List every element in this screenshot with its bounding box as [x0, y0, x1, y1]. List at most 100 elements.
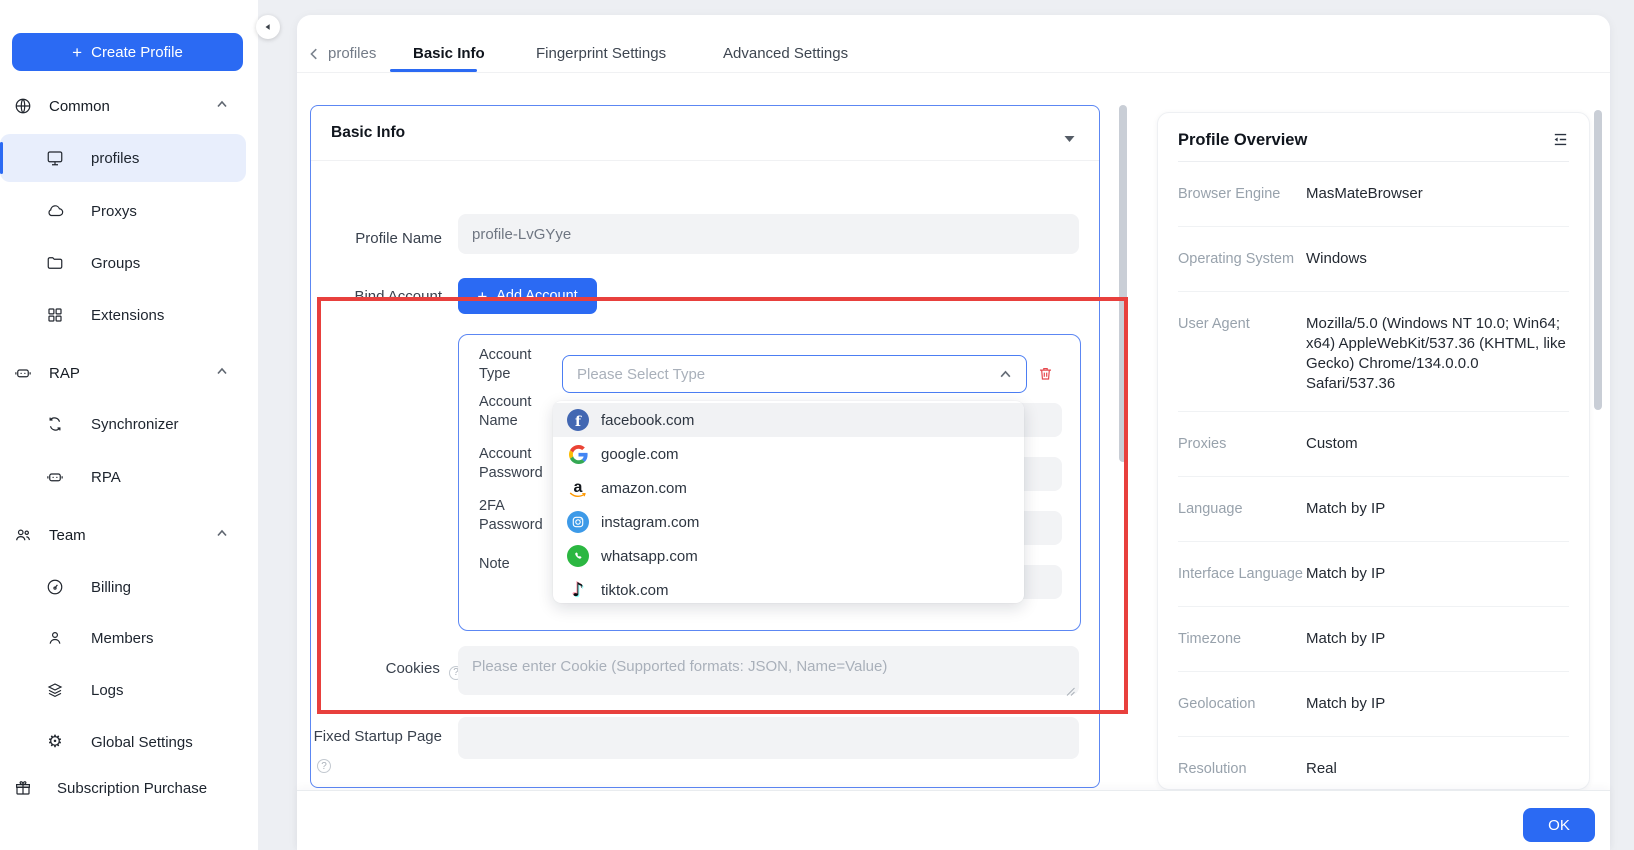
panel-fold-icon[interactable] — [1552, 131, 1569, 153]
delete-account-button[interactable] — [1037, 365, 1055, 383]
sidebar-item-logs[interactable]: Logs — [0, 670, 246, 710]
monitor-icon — [46, 149, 64, 167]
overview-row: Timezone Match by IP — [1178, 607, 1569, 672]
dropdown-option-label: tiktok.com — [601, 582, 669, 599]
overview-row: Proxies Custom — [1178, 412, 1569, 477]
sidebar-item-label: Global Settings — [91, 734, 193, 751]
dropdown-option-instagram[interactable]: instagram.com — [553, 505, 1024, 539]
dropdown-option-google[interactable]: google.com — [553, 437, 1024, 471]
sidebar-section-common[interactable]: Common — [0, 86, 246, 126]
globe-icon — [14, 97, 32, 115]
dropdown-option-facebook[interactable]: f facebook.com — [553, 403, 1024, 437]
panel-scrollbar[interactable] — [1594, 110, 1602, 410]
sidebar-item-groups[interactable]: Groups — [0, 243, 246, 283]
sidebar-item-label: profiles — [91, 150, 139, 167]
gauge-icon — [46, 578, 64, 596]
sidebar: + Create Profile Common profiles Proxys … — [0, 0, 258, 850]
dropdown-option-label: google.com — [601, 446, 679, 463]
amazon-icon: a — [567, 477, 589, 499]
fixed-startup-page-input[interactable] — [458, 717, 1079, 759]
tab-advanced-settings[interactable]: Advanced Settings — [723, 45, 848, 62]
cloud-icon — [46, 202, 64, 220]
tabbar-divider — [297, 72, 1610, 73]
overview-row-label: Resolution — [1178, 754, 1306, 784]
gear-icon: ⚙ — [46, 733, 64, 751]
triangle-left-icon — [263, 22, 273, 32]
sidebar-item-extensions[interactable]: Extensions — [0, 295, 246, 335]
person-icon — [46, 629, 64, 647]
folder-icon — [46, 254, 64, 272]
sidebar-item-billing[interactable]: Billing — [0, 567, 246, 607]
sidebar-item-label: Groups — [91, 255, 140, 272]
2fa-password-label: 2FA Password — [479, 497, 559, 535]
overview-row-value: Real — [1306, 754, 1569, 779]
drawer-footer: OK — [297, 790, 1610, 850]
sidebar-item-synchronizer[interactable]: Synchronizer — [0, 404, 246, 444]
basic-info-card-header[interactable]: Basic Info — [311, 106, 1099, 161]
sidebar-section-rap[interactable]: RAP — [0, 353, 246, 393]
account-type-select[interactable]: Please Select Type — [562, 355, 1027, 393]
robot-icon — [46, 468, 64, 486]
profile-overview-panel: Profile Overview Browser Engine MasMateB… — [1157, 112, 1590, 790]
cookies-textarea[interactable] — [458, 646, 1079, 695]
add-account-label: Add Account — [496, 288, 577, 304]
resize-handle-icon[interactable] — [1066, 683, 1075, 701]
overview-row-label: Timezone — [1178, 624, 1306, 654]
account-password-label: Account Password — [479, 445, 559, 483]
chevron-up-icon — [999, 368, 1012, 381]
overview-row-value: Match by IP — [1306, 689, 1569, 714]
tab-basic-info[interactable]: Basic Info — [413, 45, 485, 62]
dropdown-option-label: instagram.com — [601, 514, 699, 531]
overview-row: Operating System Windows — [1178, 227, 1569, 292]
profile-drawer: profiles Basic Info Fingerprint Settings… — [297, 15, 1610, 850]
sidebar-item-label: Subscription Purchase — [57, 780, 207, 797]
sidebar-item-profiles[interactable]: profiles — [0, 138, 246, 178]
basic-info-card: Basic Info Profile Name Bind Account + A… — [310, 105, 1100, 788]
sidebar-collapse-button[interactable] — [256, 15, 280, 39]
overview-row-label: User Agent — [1178, 309, 1306, 339]
sidebar-section-label: Common — [49, 98, 110, 115]
sidebar-item-proxys[interactable]: Proxys — [0, 191, 246, 231]
overview-row-value: Mozilla/5.0 (Windows NT 10.0; Win64; x64… — [1306, 309, 1569, 394]
overview-row: Browser Engine MasMateBrowser — [1178, 162, 1569, 227]
overview-row-label: Proxies — [1178, 429, 1306, 459]
robot-icon — [14, 364, 32, 382]
overview-row: Geolocation Match by IP — [1178, 672, 1569, 737]
sidebar-item-label: Synchronizer — [91, 416, 179, 433]
dropdown-option-amazon[interactable]: a amazon.com — [553, 471, 1024, 505]
overview-row-value: MasMateBrowser — [1306, 179, 1569, 204]
sync-icon — [46, 415, 64, 433]
chevron-up-icon — [216, 527, 228, 544]
dropdown-option-label: facebook.com — [601, 412, 694, 429]
facebook-icon: f — [567, 409, 589, 431]
sidebar-item-rpa[interactable]: RPA — [0, 457, 246, 497]
collapse-caret-icon[interactable] — [1064, 130, 1075, 148]
help-icon[interactable]: ? — [317, 759, 331, 773]
sidebar-item-members[interactable]: Members — [0, 618, 246, 658]
ok-button[interactable]: OK — [1523, 808, 1595, 842]
sidebar-section-team[interactable]: Team — [0, 515, 246, 555]
sidebar-item-label: Proxys — [91, 203, 137, 220]
add-account-button[interactable]: + Add Account — [458, 278, 597, 314]
sidebar-item-label: Extensions — [91, 307, 164, 324]
sidebar-item-subscription-purchase[interactable]: Subscription Purchase — [0, 768, 246, 808]
layers-icon — [46, 681, 64, 699]
overview-row-value: Match by IP — [1306, 494, 1569, 519]
dropdown-option-tiktok[interactable]: ♪ tiktok.com — [553, 573, 1024, 603]
overview-header: Profile Overview — [1158, 113, 1589, 161]
overview-row: Language Match by IP — [1178, 477, 1569, 542]
cookies-label-row: Cookies ? — [311, 659, 463, 680]
sidebar-item-global-settings[interactable]: ⚙ Global Settings — [0, 722, 246, 762]
create-profile-button[interactable]: + Create Profile — [12, 33, 243, 71]
cookies-label: Cookies — [386, 660, 440, 677]
overview-row-label: Interface Language — [1178, 559, 1306, 589]
dropdown-option-whatsapp[interactable]: whatsapp.com — [553, 539, 1024, 573]
back-link-label: profiles — [328, 45, 376, 62]
profile-name-input[interactable] — [458, 214, 1079, 254]
content-scrollbar[interactable] — [1119, 105, 1127, 462]
dropdown-option-label: whatsapp.com — [601, 548, 698, 565]
grid-icon — [46, 306, 64, 324]
back-to-profiles-link[interactable]: profiles — [308, 45, 376, 62]
account-type-dropdown: f facebook.com google.com a amazon.com — [553, 401, 1024, 603]
tab-fingerprint-settings[interactable]: Fingerprint Settings — [536, 45, 666, 62]
